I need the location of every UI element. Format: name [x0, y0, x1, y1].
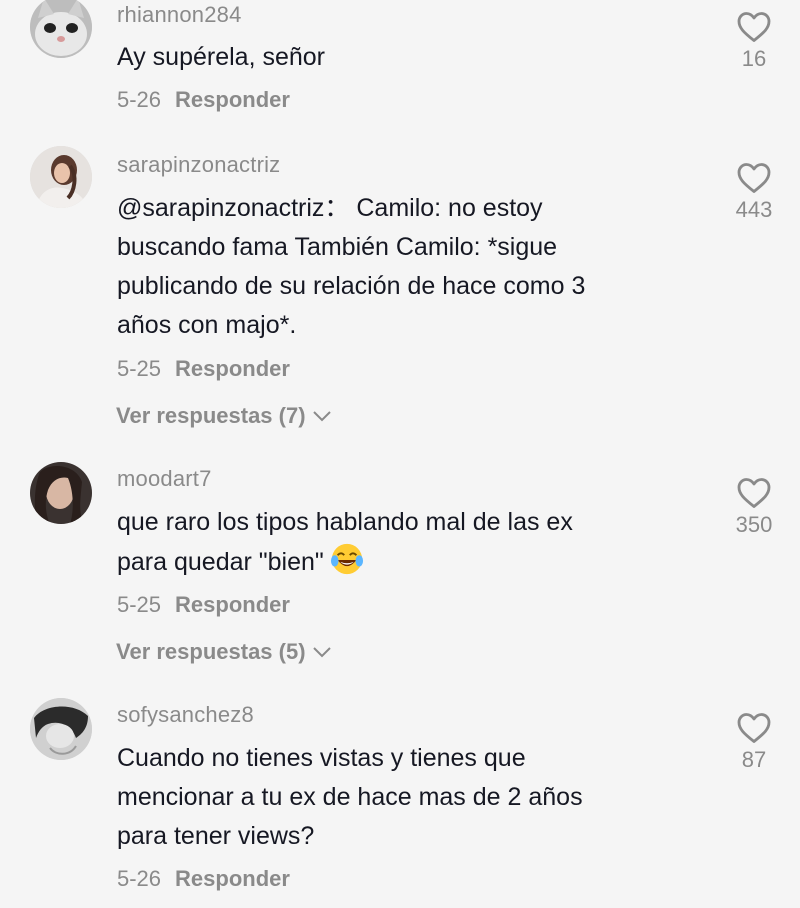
comment-text: que raro los tipos hablando mal de las e… — [117, 503, 677, 582]
comment-text-line: años con majo*. — [117, 311, 297, 339]
avatar[interactable] — [30, 0, 92, 58]
like-count: 443 — [735, 197, 773, 222]
like-count: 16 — [741, 46, 767, 71]
comment-date: 5-26 — [117, 866, 162, 891]
comment-date: 5-26 — [117, 87, 162, 112]
heart-icon — [737, 12, 771, 42]
like-button[interactable]: 350 — [726, 476, 782, 538]
avatar[interactable] — [30, 698, 92, 760]
view-replies-button[interactable]: Ver respuestas (7) — [116, 403, 332, 429]
comment-text-line: buscando fama También Camilo: *sigue — [117, 233, 558, 261]
comment-text-line: mencionar a tu ex de hace mas de 2 años — [117, 783, 583, 811]
reply-button[interactable]: Responder — [175, 356, 290, 381]
comment-meta: 5-25 Responder — [117, 592, 290, 618]
comment-text-line: Cuando no tienes vistas y tienes que — [117, 744, 526, 772]
comment-text: @sarapinzonactriz： Camilo: no estoy busc… — [117, 189, 697, 345]
reply-button[interactable]: Responder — [175, 87, 290, 112]
comment-username[interactable]: rhiannon284 — [117, 2, 242, 28]
like-button[interactable]: 87 — [726, 711, 782, 773]
avatar[interactable] — [30, 146, 92, 208]
comment-text-line: publicando de su relación de hace como 3 — [117, 272, 586, 300]
comment-date: 5-25 — [117, 356, 162, 381]
chevron-down-icon — [312, 647, 331, 658]
woman-photo-avatar-icon — [30, 146, 92, 208]
comment-text-line: que raro los tipos hablando mal de las e… — [117, 508, 573, 536]
comment-text-line: para quedar "bien" — [117, 542, 677, 582]
comment-text-line: para tener views? — [117, 822, 315, 850]
comment-username[interactable]: sofysanchez8 — [117, 702, 254, 728]
comment-text: Cuando no tienes vistas y tienes que men… — [117, 739, 677, 856]
heart-icon — [737, 163, 771, 193]
comment-username[interactable]: moodart7 — [117, 466, 212, 492]
heart-icon — [737, 713, 771, 743]
comment-date: 5-25 — [117, 592, 162, 617]
comment-text-fragment: para quedar "bien" — [117, 548, 324, 576]
chevron-down-icon — [312, 411, 331, 422]
cat-face-avatar-icon — [30, 0, 92, 58]
like-count: 87 — [741, 747, 767, 772]
heart-icon — [737, 478, 771, 508]
comment-text-line: @sarapinzonactriz： Camilo: no estoy — [117, 194, 543, 222]
avatar[interactable] — [30, 462, 92, 524]
like-button[interactable]: 16 — [726, 10, 782, 72]
face-with-tears-of-joy-icon — [330, 543, 363, 575]
like-count: 350 — [735, 512, 773, 537]
woman-dark-hair-avatar-icon — [30, 462, 92, 524]
comment-text: Ay supérela, señor — [117, 43, 325, 71]
comment-meta: 5-25 Responder — [117, 356, 290, 382]
comment-meta: 5-26 Responder — [117, 87, 290, 113]
comment-username[interactable]: sarapinzonactriz — [117, 152, 280, 178]
comment-meta: 5-26 Responder — [117, 866, 290, 892]
reply-button[interactable]: Responder — [175, 866, 290, 891]
reply-button[interactable]: Responder — [175, 592, 290, 617]
like-button[interactable]: 443 — [726, 161, 782, 223]
view-replies-button[interactable]: Ver respuestas (5) — [116, 639, 332, 665]
woman-bw-avatar-icon — [30, 698, 92, 760]
view-replies-label: Ver respuestas (5) — [116, 639, 306, 664]
view-replies-label: Ver respuestas (7) — [116, 403, 306, 428]
